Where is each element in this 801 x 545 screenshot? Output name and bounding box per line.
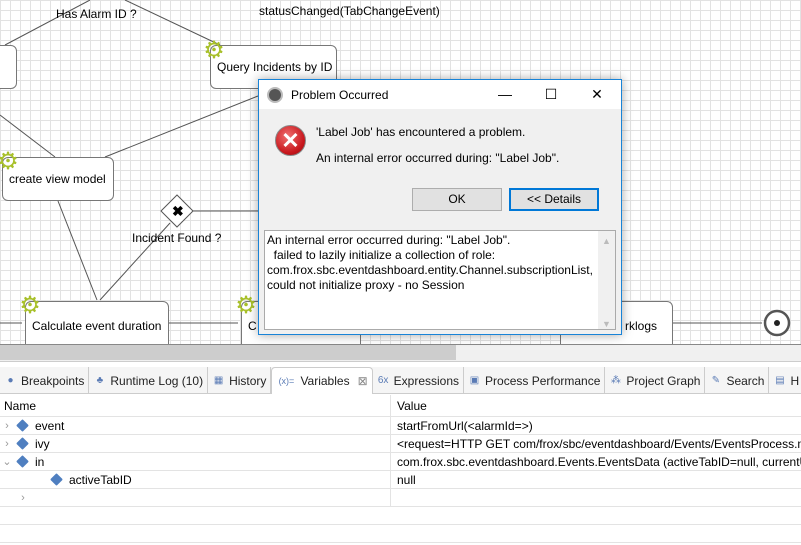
ok-button[interactable]: OK	[412, 188, 502, 211]
tab-history[interactable]: ▦ History	[208, 367, 272, 394]
expand-twisty[interactable]: ›	[16, 492, 30, 504]
tab-expressions[interactable]: 6x Expressions	[373, 367, 465, 394]
tab-label: Project Graph	[626, 373, 701, 388]
error-icon: ✕	[275, 125, 306, 156]
table-row[interactable]: › event startFromUrl(<alarmId=>)	[0, 417, 801, 435]
breakpoints-icon: ●	[7, 375, 14, 386]
svg-text:✖: ✖	[172, 203, 184, 219]
table-header: Name Value	[0, 395, 801, 417]
node-label: Calculate event duration	[32, 319, 162, 333]
tab-project-graph[interactable]: ⁂ Project Graph	[605, 367, 706, 394]
tab-label: Process Performance	[485, 373, 601, 388]
table-row[interactable]	[0, 507, 801, 525]
expressions-icon: 6x	[377, 375, 389, 386]
close-tab-icon[interactable]: ⊠	[358, 374, 368, 388]
search-icon: ✎	[711, 375, 721, 386]
status-changed-label: statusChanged(TabChangeEvent)	[259, 4, 440, 18]
node-label: C	[248, 319, 257, 333]
expand-twisty[interactable]: ⌄	[0, 455, 14, 468]
gear-icon: ⚙	[19, 292, 41, 319]
details-button[interactable]: << Details	[509, 188, 599, 211]
tab-label: Breakpoints	[21, 373, 85, 388]
gear-icon: ⚙	[203, 37, 225, 64]
performance-icon: ▣	[469, 375, 480, 386]
detail-line: failed to lazily initialize a collection…	[267, 248, 496, 262]
node-label: create view model	[9, 172, 106, 186]
variable-name: activeTabID	[69, 472, 132, 487]
variables-icon: (x)=	[278, 375, 295, 386]
variable-name: in	[35, 454, 45, 469]
variable-value: <request=HTTP GET com/frox/sbc/eventdash…	[390, 435, 801, 452]
runtime-log-icon: ♣	[96, 375, 104, 386]
tab-label: Variables	[300, 374, 350, 388]
variable-name: event	[35, 418, 65, 433]
expand-twisty[interactable]: ›	[0, 420, 14, 432]
graph-icon: ⁂	[610, 375, 621, 386]
table-row[interactable]: ⌄ in com.frox.sbc.eventdashboard.Events.Ev…	[0, 453, 801, 471]
detail-line: could not initialize proxy - no Session	[267, 278, 465, 292]
node-label: Query Incidents by ID	[217, 60, 333, 74]
variable-icon	[50, 473, 63, 486]
variable-icon	[16, 419, 29, 432]
node-calculate-duration[interactable]: Calculate event duration	[25, 301, 169, 344]
expand-twisty[interactable]: ›	[0, 438, 14, 450]
table-row[interactable]: › ivy <request=HTTP GET com/frox/sbc/event…	[0, 435, 801, 453]
incident-found-label: Incident Found ?	[132, 231, 222, 245]
tab-runtime-log[interactable]: ♣ Runtime Log (10)	[89, 367, 209, 394]
table-row[interactable]	[0, 525, 801, 543]
detail-line: com.frox.sbc.eventdashboard.entity.Chann…	[267, 263, 593, 277]
h-icon: ▤	[775, 375, 785, 386]
scrollbar-thumb[interactable]	[0, 345, 456, 360]
horizontal-scrollbar[interactable]	[0, 345, 801, 362]
table-row[interactable]: activeTabID null	[0, 471, 801, 489]
variable-value: com.frox.sbc.eventdashboard.Events.Event…	[390, 453, 801, 470]
variables-table: Name Value › event startFromUrl(<alarmId=>…	[0, 395, 801, 545]
tab-label: Search	[726, 373, 765, 388]
connector	[57, 200, 98, 301]
node-left-cut[interactable]: s	[0, 45, 17, 89]
column-header-name[interactable]: Name	[0, 395, 390, 416]
tab-label: Runtime Log (10)	[110, 373, 204, 388]
tab-h[interactable]: ▤ H	[769, 367, 801, 394]
history-icon: ▦	[213, 375, 224, 386]
problem-dialog: Problem Occurred — ☐ ✕ ✕ 'Label Job' has…	[258, 79, 622, 335]
gear-icon: ⚙	[0, 150, 19, 174]
tab-process-performance[interactable]: ▣ Process Performance	[464, 367, 606, 394]
variable-value: null	[390, 471, 801, 488]
tab-label: History	[229, 373, 267, 388]
variable-icon	[16, 455, 29, 468]
variable-icon	[16, 437, 29, 450]
dialog-title: Problem Occurred	[291, 87, 389, 102]
close-button[interactable]: ✕	[574, 80, 620, 109]
details-textarea[interactable]: An internal error occurred during: "Labe…	[264, 230, 616, 330]
tab-variables[interactable]: (x)= Variables ⊠	[271, 367, 373, 394]
tab-label: Expressions	[393, 373, 460, 388]
dialog-titlebar[interactable]: Problem Occurred — ☐ ✕	[259, 80, 621, 109]
error-detail-message: An internal error occurred during: "Labe…	[316, 151, 560, 165]
minimize-button[interactable]: —	[482, 80, 528, 109]
column-header-value[interactable]: Value	[390, 395, 801, 416]
connector	[104, 95, 259, 158]
app-logo-icon	[267, 86, 283, 103]
maximize-button[interactable]: ☐	[528, 80, 574, 109]
has-alarm-label: Has Alarm ID ?	[56, 7, 137, 21]
detail-line: An internal error occurred during: "Labe…	[267, 233, 511, 247]
variable-value: startFromUrl(<alarmId=>)	[390, 417, 801, 434]
variable-name: ivy	[35, 436, 50, 451]
view-tabs: ● Breakpoints ♣ Runtime Log (10) ▦ History (x)…	[0, 367, 801, 394]
error-message: 'Label Job' has encountered a problem.	[316, 125, 526, 139]
tab-breakpoints[interactable]: ● Breakpoints	[0, 367, 90, 394]
gear-icon: ⚙	[235, 292, 257, 319]
tab-search[interactable]: ✎ Search	[705, 367, 770, 394]
tab-label: H	[790, 373, 800, 388]
table-row[interactable]: ›	[0, 489, 801, 507]
vertical-scrollbar[interactable]: ▲ ▼	[598, 231, 615, 329]
node-label: rklogs	[625, 319, 658, 333]
